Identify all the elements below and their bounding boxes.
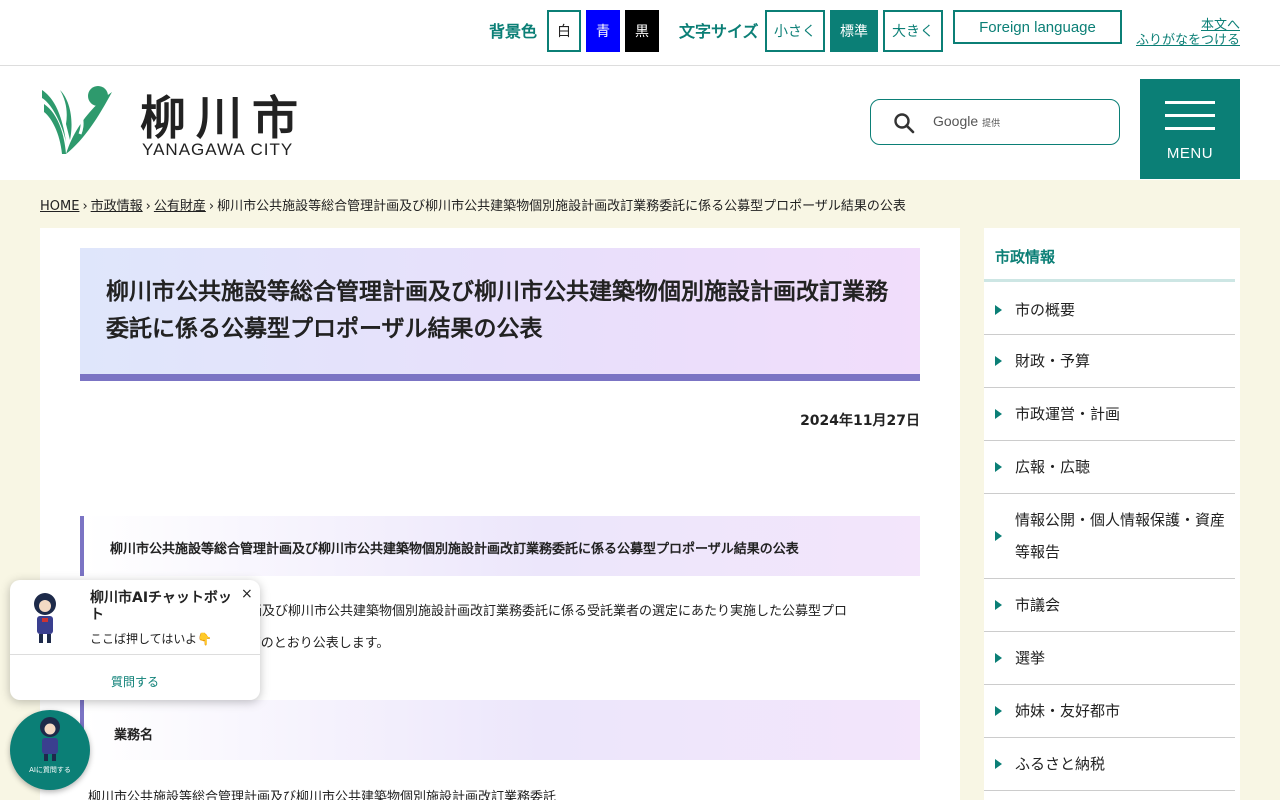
menu-icon-bar-3 [1165,127,1215,130]
main-content: 柳川市公共施設等総合管理計画及び柳川市公共建築物個別施設計画改訂業務委託に係る公… [40,228,960,800]
bg-color-label: 背景色 [489,22,538,41]
chatbot-title: 柳川市AIチャットボット [90,590,232,623]
breadcrumb-level1[interactable]: 市政情報 [91,199,143,214]
menu-button[interactable]: MENU [1140,79,1240,179]
sidebar-item-label: 市の概要 [1015,301,1076,319]
triangle-right-icon [995,759,1002,769]
sidebar-item-disclosure[interactable]: 情報公開・個人情報保護・資産等報告 [984,494,1235,579]
breadcrumb-separator: › [145,199,151,214]
section-heading-business-text: 業務名 [114,728,154,743]
search-provider: Google 提供 [933,113,1000,129]
page-title-box: 柳川市公共施設等総合管理計画及び柳川市公共建築物個別施設計画改訂業務委託に係る公… [80,248,920,381]
breadcrumb-separator: › [208,199,215,214]
site-header: 柳川市 YANAGAWA CITY Google 提供 MENU [0,66,1280,180]
chatbot-popup[interactable]: 柳川市AIチャットボット ここば押してはいよ👇 × 質問する [10,580,260,700]
breadcrumb-home[interactable]: HOME [40,199,79,214]
sidebar-item-sister-cities[interactable]: 姉妹・友好都市 [984,685,1235,738]
sidebar-item-election[interactable]: 選挙 [984,632,1235,685]
menu-label: MENU [1166,145,1214,162]
font-size-label: 文字サイズ [679,22,759,41]
bg-blue-button[interactable]: 青 [586,10,620,52]
sidebar-item-pr[interactable]: 広報・広聴 [984,441,1235,494]
bg-white-button[interactable]: 白 [547,10,581,52]
furigana-link[interactable]: ふりがなをつける [1136,33,1240,48]
chatbot-divider [10,654,260,655]
sidebar-title-text[interactable]: 市政情報 [995,246,1055,267]
chatbot-ask-button[interactable]: 質問する [10,673,260,690]
section-heading-business: 業務名 [80,700,920,760]
search-provider-suffix: 提供 [982,118,1001,128]
chatbot-subtitle: ここば押してはいよ👇 [90,632,213,646]
city-logo-text[interactable]: 柳川市 [140,82,308,148]
triangle-right-icon [995,706,1002,716]
font-small-button[interactable]: 小さく [765,10,825,52]
search-provider-name: Google [933,113,979,129]
city-logo-subtitle: YANAGAWA CITY [142,140,294,159]
triangle-right-icon [995,462,1002,472]
triangle-right-icon [995,600,1002,610]
triangle-right-icon [995,409,1002,419]
chatbot-avatar-icon [30,592,60,648]
breadcrumb: HOME › 市政情報 › 公有財産 › 柳川市公共施設等総合管理計画及び柳川市公共建築物個… [40,195,906,214]
publish-date: 2024年11月27日 [800,413,920,429]
chatbot-launcher-button[interactable]: AIに質問する [10,710,90,790]
triangle-right-icon [995,531,1002,541]
page-title: 柳川市公共施設等総合管理計画及び柳川市公共建築物個別施設計画改訂業務委託に係る公… [106,279,888,342]
sidebar-title: 市政情報 [984,228,1235,282]
font-large-button[interactable]: 大きく [883,10,943,52]
sidebar-item-label: 選挙 [1015,649,1046,667]
search-icon[interactable] [893,112,915,138]
breadcrumb-level2[interactable]: 公有財産 [154,199,206,214]
triangle-right-icon [995,305,1002,315]
menu-icon-bar-2 [1165,114,1215,117]
menu-icon [1165,101,1215,104]
sidebar-item-label: 姉妹・友好都市 [1015,702,1121,720]
sidebar-item-label: 情報公開・個人情報保護・資産等報告 [1015,511,1226,561]
sidebar-item-furusato[interactable]: ふるさと納税 [984,738,1235,791]
bg-black-button[interactable]: 黒 [625,10,659,52]
triangle-right-icon [995,356,1002,366]
sidebar-item-label: 財政・予算 [1015,352,1091,370]
font-normal-button[interactable]: 標準 [830,10,878,52]
sidebar: 市政情報 市の概要 財政・予算 市政運営・計画 広報・広聴 情報公開・個人情報保… [984,228,1240,800]
foreign-language-button[interactable]: Foreign language [953,10,1122,44]
sidebar-item-label: 市議会 [1015,596,1061,614]
breadcrumb-current: 柳川市公共施設等総合管理計画及び柳川市公共建築物個別施設計画改訂業務委託に係る公… [217,199,906,214]
skip-to-main-link[interactable]: 本文へ [1136,18,1240,33]
sidebar-item-overview[interactable]: 市の概要 [984,285,1235,335]
sidebar-item-planning[interactable]: 市政運営・計画 [984,388,1235,441]
top-links: 本文へ ふりがなをつける [1136,18,1240,48]
triangle-right-icon [995,653,1002,663]
utility-bar: 背景色 白 青 黒 文字サイズ 小さく 標準 大きく Foreign langu… [0,0,1280,66]
city-logo-icon[interactable] [40,84,114,162]
close-icon[interactable]: × [241,586,253,602]
site-search-box[interactable]: Google 提供 [870,99,1120,145]
sidebar-item-label: 広報・広聴 [1015,458,1091,476]
sidebar-item-council[interactable]: 市議会 [984,579,1235,632]
sidebar-item-label: ふるさと納税 [1015,755,1106,773]
section-heading: 柳川市公共施設等総合管理計画及び柳川市公共建築物個別施設計画改訂業務委託に係る公… [80,516,920,576]
breadcrumb-separator: › [82,199,88,214]
chatbot-character-icon [34,716,66,766]
business-name-text: 柳川市公共施設等総合管理計画及び柳川市公共建築物個別施設計画改訂業務委託 [88,790,557,800]
chatbot-launcher-label: AIに質問する [29,766,71,774]
sidebar-item-label: 市政運営・計画 [1015,405,1121,423]
sidebar-item-finance[interactable]: 財政・予算 [984,335,1235,388]
section-heading-text: 柳川市公共施設等総合管理計画及び柳川市公共建築物個別施設計画改訂業務委託に係る公… [110,542,799,557]
